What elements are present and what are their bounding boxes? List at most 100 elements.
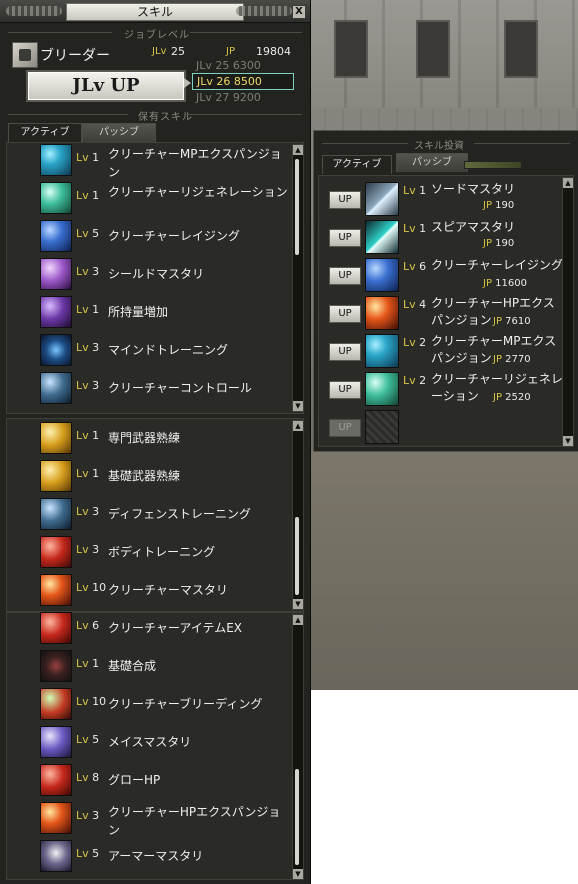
skill-row[interactable]: Lv 1 基礎武器熟練	[40, 458, 288, 494]
skill-row[interactable]: Lv 3 ボディトレーニング	[40, 534, 288, 570]
skill-level: Lv 6	[403, 260, 427, 273]
wall-window	[504, 20, 538, 78]
creature-control-icon	[40, 372, 72, 404]
skill-row[interactable]: Lv 1 基礎合成	[40, 648, 288, 684]
skill-level: Lv 4	[403, 298, 427, 311]
up-button[interactable]: UP	[329, 305, 361, 323]
skill-row[interactable]: Lv 5 アーマーマスタリ	[40, 838, 288, 874]
skill-row[interactable]: Lv 5 メイスマスタリ	[40, 724, 288, 760]
skill-level: Lv 3	[76, 379, 100, 392]
tab-active[interactable]: アクティブ	[322, 155, 392, 174]
jlv-up-button[interactable]: JLv UP	[26, 70, 186, 102]
invest-row: UP Lv 2 クリーチャーリジェネレーション JP 2520	[325, 370, 565, 408]
scrollbar[interactable]: ▲ ▼	[292, 420, 304, 610]
creature-hp-icon	[365, 296, 399, 330]
skill-name: クリーチャーレイジング	[108, 229, 240, 243]
skill-row[interactable]: Lv 3 ディフェンストレーニング	[40, 496, 288, 532]
jlv-cost-row: JLv 27 9200	[196, 91, 261, 104]
skill-row[interactable]: Lv 6 クリーチャーアイテムEX	[40, 610, 288, 646]
progress-bar	[464, 161, 522, 169]
skill-name: ソードマスタリ	[431, 182, 516, 196]
divider	[322, 143, 408, 144]
skill-row[interactable]: Lv 3 クリーチャーHPエクスパンジョン	[40, 800, 288, 837]
wall-window	[334, 20, 368, 78]
up-button[interactable]: UP	[329, 267, 361, 285]
close-button[interactable]: X	[292, 5, 306, 19]
scroll-thumb[interactable]	[295, 517, 299, 595]
shield-mastery-icon	[40, 258, 72, 290]
skill-row[interactable]: Lv 3 マインドトレーニング	[40, 332, 288, 368]
tab-passive[interactable]: パッシブ	[82, 123, 156, 142]
invest-row: UP Lv 1 スピアマスタリ JP 190	[325, 218, 565, 256]
skill-name: メイスマスタリ	[108, 735, 192, 749]
jp-cost: JP 2520	[493, 392, 531, 403]
jlv-label: JLv	[152, 46, 167, 57]
skill-level: Lv 1	[76, 303, 100, 316]
skill-name: 所持量増加	[108, 305, 169, 319]
title-bar[interactable]: スキル X	[0, 0, 310, 23]
up-button[interactable]: UP	[329, 381, 361, 399]
scroll-up-icon[interactable]: ▲	[293, 421, 303, 431]
mind-training-icon	[40, 334, 72, 366]
skill-name: クリーチャーマスタリ	[108, 583, 228, 597]
scroll-thumb[interactable]	[295, 159, 299, 255]
skill-name: シールドマスタリ	[108, 267, 205, 281]
invest-row: UP Lv 6 クリーチャーレイジング JP 11600	[325, 256, 565, 294]
skill-level: Lv 3	[76, 543, 100, 556]
scrollbar[interactable]: ▲ ▼	[292, 144, 304, 412]
invest-row: UP	[325, 408, 565, 446]
tab-passive[interactable]: パッシブ	[396, 153, 468, 172]
skill-level: Lv 10	[76, 581, 107, 594]
scroll-up-icon[interactable]: ▲	[563, 178, 573, 188]
up-button[interactable]: UP	[329, 229, 361, 247]
invest-row: UP Lv 2 クリーチャーMPエクスパンジョン JP 2770	[325, 332, 565, 370]
scroll-down-icon[interactable]: ▼	[293, 401, 303, 411]
skill-row[interactable]: Lv 8 グローHP	[40, 762, 288, 798]
skill-name: アーマーマスタリ	[108, 849, 204, 863]
skill-name: スピアマスタリ	[431, 220, 516, 234]
skill-name: クリーチャーアイテムEX	[108, 621, 243, 635]
jp-cost: JP 190	[483, 238, 515, 249]
scroll-down-icon[interactable]: ▼	[563, 436, 573, 446]
skill-level: Lv 5	[76, 227, 100, 240]
scroll-down-icon[interactable]: ▼	[293, 869, 303, 879]
skill-row[interactable]: Lv 3 クリーチャーコントロール	[40, 370, 288, 406]
skill-name: ディフェンストレーニング	[108, 507, 251, 521]
skill-name: クリーチャーMPエクスパンジョン	[108, 147, 282, 179]
jlv-cost-row-selected: JLv 26 8500	[192, 73, 294, 90]
job-level-heading: ジョブレベル	[124, 30, 190, 41]
skill-row[interactable]: Lv 1 専門武器熟練	[40, 420, 288, 456]
breeder-job-icon	[12, 42, 38, 68]
scroll-down-icon[interactable]: ▼	[293, 599, 303, 609]
scroll-thumb[interactable]	[295, 769, 299, 865]
creature-item-icon	[40, 612, 72, 644]
scroll-up-icon[interactable]: ▲	[293, 615, 303, 625]
divider	[474, 143, 570, 144]
creature-raising-icon	[365, 258, 399, 292]
up-button[interactable]: UP	[329, 343, 361, 361]
jlv-cost-row: JLv 25 6300	[196, 59, 261, 72]
skill-level: Lv 1	[76, 467, 100, 480]
up-button[interactable]: UP	[329, 191, 361, 209]
scrollbar[interactable]: ▲ ▼	[562, 177, 574, 447]
special-weapon-icon	[40, 422, 72, 454]
skill-row[interactable]: Lv 1 クリーチャーMPエクスパンジョン	[40, 142, 288, 179]
skill-level: Lv 1	[76, 189, 100, 202]
skill-row[interactable]: Lv 10 クリーチャーマスタリ	[40, 572, 288, 608]
scrollbar[interactable]: ▲ ▼	[292, 614, 304, 880]
skill-row[interactable]: Lv 5 クリーチャーレイジング	[40, 218, 288, 254]
skill-row[interactable]: Lv 10 クリーチャーブリーディング	[40, 686, 288, 722]
scroll-up-icon[interactable]: ▲	[293, 145, 303, 155]
skill-row[interactable]: Lv 1 クリーチャーリジェネレーション	[40, 180, 288, 216]
creature-mp-icon	[365, 334, 399, 368]
ground	[306, 450, 578, 690]
skill-invest-window: スキル投資 アクティブ パッシブ UP Lv 1 ソードマスタリ JP 190 …	[313, 130, 578, 452]
jp-cost: JP 11600	[483, 278, 527, 289]
invest-row: UP Lv 1 ソードマスタリ JP 190	[325, 180, 565, 218]
skill-name: ボディトレーニング	[108, 545, 216, 559]
skill-name: クリーチャーリジェネレーション	[108, 185, 288, 199]
skill-row[interactable]: Lv 3 シールドマスタリ	[40, 256, 288, 292]
skill-row[interactable]: Lv 1 所持量増加	[40, 294, 288, 330]
body-training-icon	[40, 536, 72, 568]
tab-active[interactable]: アクティブ	[8, 123, 82, 142]
